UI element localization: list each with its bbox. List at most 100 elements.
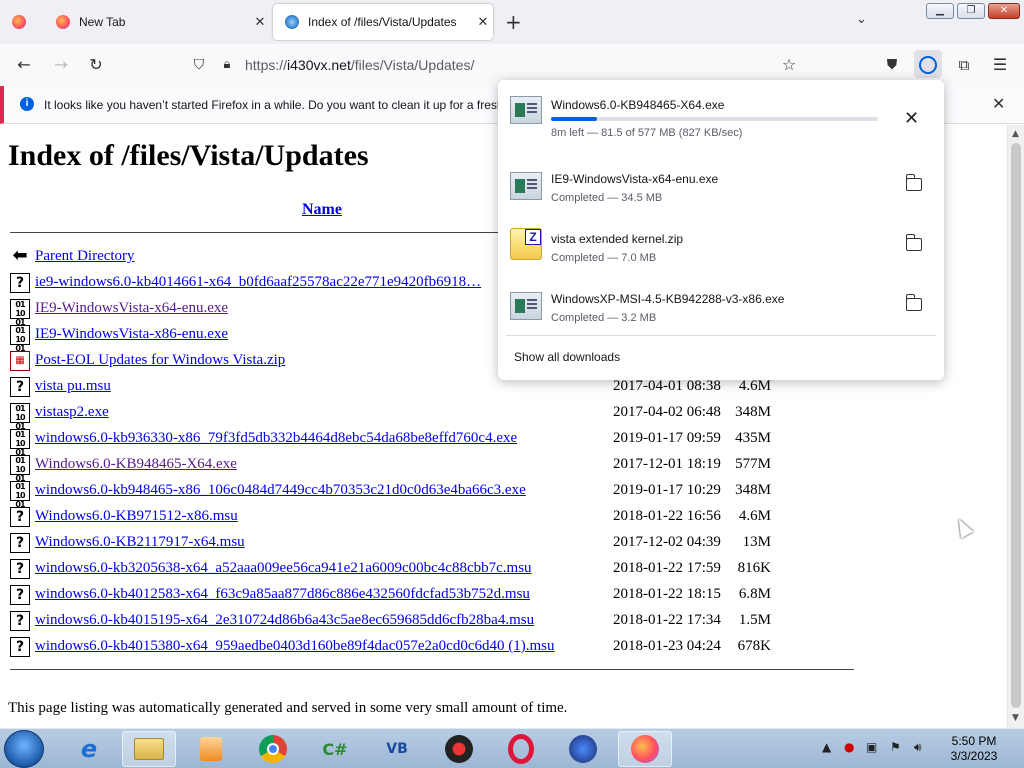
close-notification-icon[interactable]: ✕ xyxy=(992,94,1005,114)
unknown-file-icon: ? xyxy=(10,585,30,605)
page-title: Index of /files/Vista/Updates xyxy=(8,139,369,172)
list-all-tabs-icon[interactable]: ⌄ xyxy=(856,12,867,27)
firefox-icon xyxy=(56,15,70,29)
tab-new-tab[interactable]: New Tab ✕ xyxy=(44,4,270,40)
clock[interactable]: 5:50 PM 3/3/2023 xyxy=(944,734,1004,764)
chrome-icon[interactable] xyxy=(246,731,300,767)
unknown-file-icon: ? xyxy=(10,559,30,579)
pocket-icon[interactable]: ⛊ xyxy=(880,54,904,76)
start-button[interactable] xyxy=(4,730,44,768)
back-icon[interactable]: ← xyxy=(12,54,36,76)
extensions-icon[interactable]: ⧉ xyxy=(952,54,976,76)
tray-app-icon[interactable]: ● xyxy=(844,740,854,754)
open-folder-icon[interactable] xyxy=(906,234,922,251)
show-all-downloads-button[interactable]: Show all downloads xyxy=(514,350,620,364)
file-row: 01 10 01 Windows6.0-KB948465-X64.exe 2017-… xyxy=(10,453,780,483)
site-favicon-icon xyxy=(285,15,299,29)
url-bar[interactable]: https://i430vx.net/files/Vista/Updates/ xyxy=(184,49,806,81)
unknown-file-icon: ? xyxy=(10,273,30,293)
exe-file-icon xyxy=(510,292,542,320)
clock-date: 3/3/2023 xyxy=(950,749,998,763)
binary-file-icon: 01 10 01 xyxy=(10,299,30,327)
tab-strip: New Tab ✕ Index of /files/Vista/Updates … xyxy=(0,0,1024,44)
open-folder-icon[interactable] xyxy=(906,174,922,191)
download-item[interactable]: Z vista extended kernel.zip Completed — … xyxy=(498,216,944,276)
notification-message: It looks like you haven’t started Firefo… xyxy=(44,98,504,112)
app-red-icon[interactable] xyxy=(432,731,486,767)
file-date: 2017-12-01 18:19 xyxy=(613,456,721,472)
bookmark-star-icon[interactable]: ☆ xyxy=(777,54,801,76)
download-item[interactable]: IE9-WindowsVista-x64-enu.exe Completed —… xyxy=(498,156,944,216)
divider xyxy=(10,669,854,670)
binary-file-icon: 01 10 01 xyxy=(10,481,30,509)
file-date: 2018-01-22 16:56 xyxy=(613,508,721,524)
parent-directory-link[interactable]: Parent Directory xyxy=(35,248,135,265)
firefox-taskbar-icon[interactable] xyxy=(618,731,672,767)
divider xyxy=(506,335,936,336)
name-column-header[interactable]: Name xyxy=(302,201,342,219)
file-link[interactable]: IE9-WindowsVista-x86-enu.exe xyxy=(35,326,228,343)
download-item[interactable]: Windows6.0-KB948465-X64.exe 8m left — 81… xyxy=(498,80,944,140)
file-explorer-icon[interactable] xyxy=(122,731,176,767)
scroll-up-icon[interactable]: ▲ xyxy=(1012,129,1019,139)
volume-icon[interactable]: 🔊︎ xyxy=(914,740,922,755)
file-link[interactable]: windows6.0-kb3205638-x64_a52aaa009ee56ca… xyxy=(35,560,532,577)
forward-icon[interactable]: → xyxy=(49,54,73,76)
url-prefix: https:// xyxy=(245,57,288,73)
vertical-scrollbar[interactable]: ▲ ▼ xyxy=(1007,125,1024,728)
file-size: 13M xyxy=(742,534,771,550)
download-filename: vista extended kernel.zip xyxy=(551,232,684,246)
file-size: 4.6M xyxy=(738,378,771,394)
close-window-button[interactable]: ✕ xyxy=(988,3,1020,19)
binary-file-icon: 01 10 01 xyxy=(10,455,30,483)
tab-label: Index of /files/Vista/Updates xyxy=(308,15,457,29)
app-blue-icon[interactable] xyxy=(556,731,610,767)
open-folder-icon[interactable] xyxy=(906,294,922,311)
file-link[interactable]: windows6.0-kb936330-x86_79f3fd5db332b446… xyxy=(35,430,517,447)
network-icon[interactable]: ▣ xyxy=(866,740,877,754)
tab-index-of-updates[interactable]: Index of /files/Vista/Updates ✕ xyxy=(273,4,493,40)
file-link[interactable]: Windows6.0-KB948465-X64.exe xyxy=(35,456,237,473)
menu-icon[interactable]: ☰ xyxy=(988,54,1012,76)
maximize-button[interactable]: ❐ xyxy=(957,3,985,19)
file-link[interactable]: windows6.0-kb948465-x86_106c0484d7449cc4… xyxy=(35,482,526,499)
close-tab-icon[interactable]: ✕ xyxy=(250,14,270,30)
url-host: i430vx.net xyxy=(287,57,351,73)
file-size: 435M xyxy=(735,430,771,446)
file-link[interactable]: Windows6.0-KB2117917-x64.msu xyxy=(35,534,245,551)
file-link[interactable]: vista pu.msu xyxy=(35,378,111,395)
info-icon: i xyxy=(20,97,34,111)
file-link[interactable]: windows6.0-kb4015195-x64_2e310724d86b6a4… xyxy=(35,612,534,629)
url-path: /files/Vista/Updates/ xyxy=(350,57,475,73)
file-date: 2018-01-22 17:59 xyxy=(613,560,721,576)
file-size: 816K xyxy=(737,560,771,576)
reload-icon[interactable]: ↻ xyxy=(84,54,108,76)
file-link[interactable]: windows6.0-kb4012583-x64_f63c9a85aa877d8… xyxy=(35,586,530,603)
visual-csharp-icon[interactable]: C# xyxy=(308,731,362,767)
scroll-thumb[interactable] xyxy=(1011,143,1021,708)
download-item[interactable]: WindowsXP-MSI-4.5-KB942288-v3-x86.exe Co… xyxy=(498,276,944,336)
file-link[interactable]: Post-EOL Updates for Windows Vista.zip xyxy=(35,352,285,369)
file-link[interactable]: Windows6.0-KB971512-x86.msu xyxy=(35,508,238,525)
internet-explorer-icon[interactable]: e xyxy=(62,731,116,767)
visual-basic-icon[interactable]: VB xyxy=(370,731,424,767)
compressed-file-icon: ▦ xyxy=(10,351,30,371)
unknown-file-icon: ? xyxy=(10,611,30,631)
file-row: ? Windows6.0-KB2117917-x64.msu 2017-12-02 … xyxy=(10,531,780,557)
scroll-down-icon[interactable]: ▼ xyxy=(1012,713,1019,723)
new-tab-button[interactable]: + xyxy=(505,10,522,34)
flag-icon[interactable]: ⚑ xyxy=(890,740,901,754)
tab-firefox-view[interactable] xyxy=(0,4,42,40)
file-link[interactable]: ie9-windows6.0-kb4014661-x64_b0fd6aaf255… xyxy=(35,274,481,291)
opera-icon[interactable] xyxy=(494,731,548,767)
file-row: ? windows6.0-kb4015195-x64_2e310724d86b6a… xyxy=(10,609,780,635)
file-link[interactable]: vistasp2.exe xyxy=(35,404,109,421)
close-tab-icon[interactable]: ✕ xyxy=(473,14,493,30)
minimize-button[interactable]: ▁ xyxy=(926,3,954,19)
media-player-icon[interactable] xyxy=(184,731,238,767)
cancel-download-icon[interactable]: ✕ xyxy=(904,108,919,129)
show-hidden-icons[interactable]: ▲ xyxy=(822,740,831,754)
file-link[interactable]: windows6.0-kb4015380-x64_959aedbe0403d16… xyxy=(35,638,554,655)
file-link[interactable]: IE9-WindowsVista-x64-enu.exe xyxy=(35,300,228,317)
downloads-button[interactable] xyxy=(914,50,942,78)
